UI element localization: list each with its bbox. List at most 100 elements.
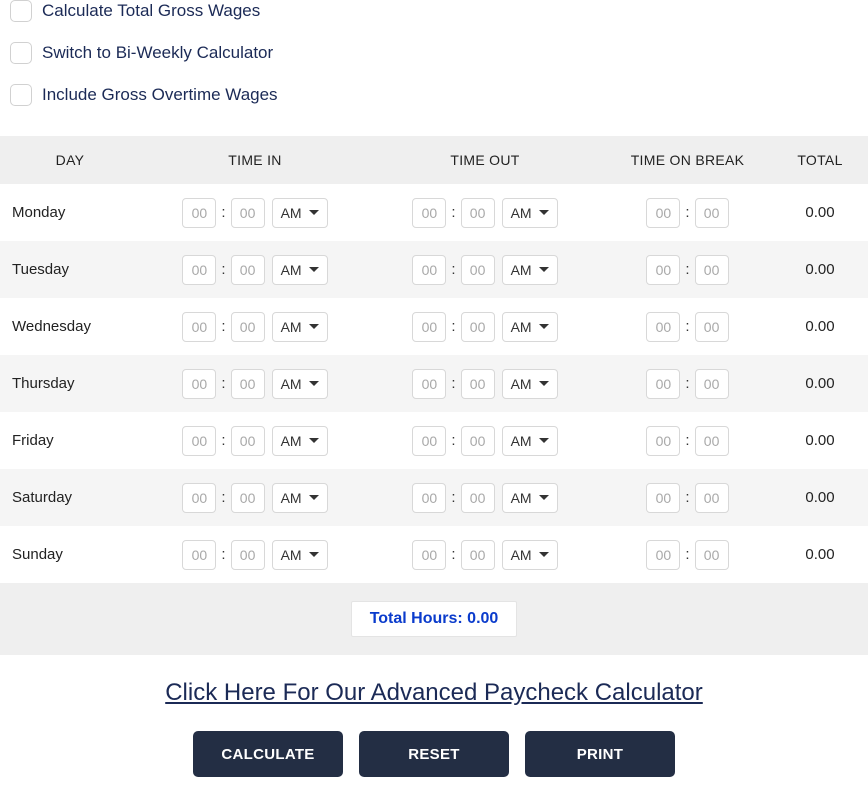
break-cell: : (600, 483, 775, 513)
row-total-value: 0.00 (805, 318, 834, 335)
time-out-minute-input[interactable] (461, 483, 495, 513)
table-row: Sunday : AM : AM : 0.00 (0, 526, 868, 583)
time-in-ampm-select[interactable]: AM (272, 198, 328, 228)
time-in-cell: : AM (140, 312, 370, 342)
row-total-cell: 0.00 (775, 261, 865, 278)
break-hour-input[interactable] (646, 312, 680, 342)
break-minute-input[interactable] (695, 540, 729, 570)
table-row: Saturday : AM : AM : 0.00 (0, 469, 868, 526)
time-in-minute-input[interactable] (231, 369, 265, 399)
break-hour-input[interactable] (646, 255, 680, 285)
time-in-hour-input[interactable] (182, 198, 216, 228)
time-out-minute-input[interactable] (461, 426, 495, 456)
calculate-button[interactable]: CALCULATE (193, 731, 343, 777)
break-cell: : (600, 369, 775, 399)
time-out-hour-input[interactable] (412, 369, 446, 399)
break-hour-input[interactable] (646, 198, 680, 228)
time-in-hour-input[interactable] (182, 369, 216, 399)
time-out-hour-input[interactable] (412, 426, 446, 456)
time-out-minute-input[interactable] (461, 369, 495, 399)
chevron-down-icon (309, 381, 319, 386)
table-row: Thursday : AM : AM : 0.00 (0, 355, 868, 412)
time-in-hour-input[interactable] (182, 426, 216, 456)
break-hour-input[interactable] (646, 369, 680, 399)
colon: : (684, 432, 690, 449)
time-in-ampm-select[interactable]: AM (272, 312, 328, 342)
time-out-minute-input[interactable] (461, 312, 495, 342)
break-minute-input[interactable] (695, 369, 729, 399)
break-minute-input[interactable] (695, 426, 729, 456)
ampm-value: AM (281, 205, 302, 221)
time-in-hour-input[interactable] (182, 483, 216, 513)
chevron-down-icon (539, 495, 549, 500)
colon: : (684, 375, 690, 392)
time-in-minute-input[interactable] (231, 426, 265, 456)
time-out-minute-input[interactable] (461, 255, 495, 285)
time-out-hour-input[interactable] (412, 198, 446, 228)
day-name: Friday (0, 432, 140, 449)
time-in-ampm-select[interactable]: AM (272, 369, 328, 399)
time-out-hour-input[interactable] (412, 540, 446, 570)
row-total-cell: 0.00 (775, 432, 865, 449)
break-minute-input[interactable] (695, 312, 729, 342)
time-out-minute-input[interactable] (461, 198, 495, 228)
row-total-value: 0.00 (805, 432, 834, 449)
time-in-minute-input[interactable] (231, 198, 265, 228)
header-timeout: TIME OUT (370, 152, 600, 168)
grid-header: DAY TIME IN TIME OUT TIME ON BREAK TOTAL (0, 136, 868, 184)
checkbox-switch-biweekly[interactable] (10, 42, 32, 64)
time-in-ampm-select[interactable]: AM (272, 540, 328, 570)
total-hours-box: Total Hours: 0.00 (351, 601, 518, 637)
checkbox-include-overtime[interactable] (10, 84, 32, 106)
time-out-ampm-select[interactable]: AM (502, 426, 558, 456)
time-out-ampm-select[interactable]: AM (502, 312, 558, 342)
break-minute-input[interactable] (695, 198, 729, 228)
time-in-cell: : AM (140, 426, 370, 456)
break-minute-input[interactable] (695, 483, 729, 513)
advanced-calculator-link[interactable]: Click Here For Our Advanced Paycheck Cal… (165, 679, 703, 706)
ampm-value: AM (511, 262, 532, 278)
break-hour-input[interactable] (646, 426, 680, 456)
header-break: TIME ON BREAK (600, 152, 775, 168)
colon: : (450, 204, 456, 221)
time-out-ampm-select[interactable]: AM (502, 369, 558, 399)
print-button[interactable]: PRINT (525, 731, 675, 777)
time-out-hour-input[interactable] (412, 255, 446, 285)
colon: : (684, 261, 690, 278)
ampm-value: AM (511, 547, 532, 563)
break-hour-input[interactable] (646, 540, 680, 570)
time-out-ampm-select[interactable]: AM (502, 198, 558, 228)
row-total-cell: 0.00 (775, 546, 865, 563)
time-in-ampm-select[interactable]: AM (272, 255, 328, 285)
break-hour-input[interactable] (646, 483, 680, 513)
reset-button[interactable]: RESET (359, 731, 509, 777)
time-out-hour-input[interactable] (412, 483, 446, 513)
time-out-ampm-select[interactable]: AM (502, 255, 558, 285)
header-total: TOTAL (775, 152, 865, 168)
time-in-ampm-select[interactable]: AM (272, 483, 328, 513)
time-out-cell: : AM (370, 312, 600, 342)
time-out-cell: : AM (370, 426, 600, 456)
time-out-minute-input[interactable] (461, 540, 495, 570)
checkbox-calc-gross[interactable] (10, 0, 32, 22)
chevron-down-icon (539, 267, 549, 272)
time-in-hour-input[interactable] (182, 312, 216, 342)
time-in-minute-input[interactable] (231, 312, 265, 342)
ampm-value: AM (281, 490, 302, 506)
ampm-value: AM (511, 205, 532, 221)
time-in-cell: : AM (140, 255, 370, 285)
time-in-ampm-select[interactable]: AM (272, 426, 328, 456)
time-in-minute-input[interactable] (231, 540, 265, 570)
total-hours-label: Total Hours: (370, 610, 467, 627)
time-out-hour-input[interactable] (412, 312, 446, 342)
time-in-hour-input[interactable] (182, 540, 216, 570)
time-in-hour-input[interactable] (182, 255, 216, 285)
time-out-ampm-select[interactable]: AM (502, 483, 558, 513)
options-panel: Calculate Total Gross Wages Switch to Bi… (0, 0, 868, 136)
ampm-value: AM (281, 547, 302, 563)
break-minute-input[interactable] (695, 255, 729, 285)
chevron-down-icon (539, 210, 549, 215)
time-out-ampm-select[interactable]: AM (502, 540, 558, 570)
time-in-minute-input[interactable] (231, 255, 265, 285)
time-in-minute-input[interactable] (231, 483, 265, 513)
